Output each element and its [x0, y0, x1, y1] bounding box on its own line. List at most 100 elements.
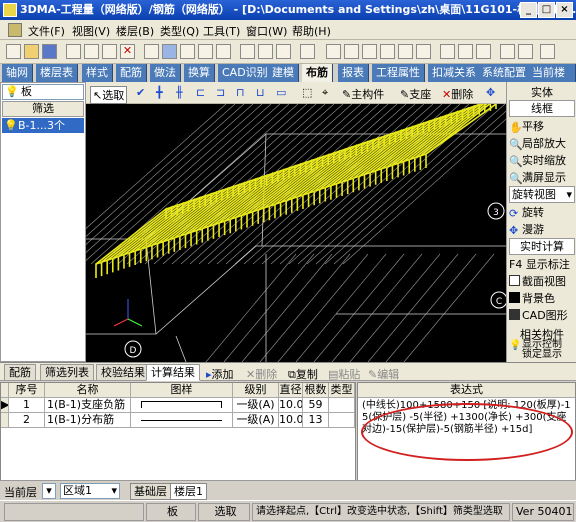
- show-label-button[interactable]: F4 显示标注: [509, 256, 575, 273]
- tab-filter-list[interactable]: 筛选列表: [40, 364, 94, 381]
- tab-system-config[interactable]: 系统配置: [478, 64, 531, 82]
- tab-current-floor[interactable]: 当前楼: [528, 64, 576, 82]
- rebar-tool-icon-d[interactable]: ⊔: [256, 86, 265, 99]
- maximize-button[interactable]: □: [538, 2, 555, 18]
- tool-icon-g[interactable]: [440, 44, 455, 59]
- rebar-tool-icon-c[interactable]: ⊓: [236, 86, 245, 99]
- tab-floor-table[interactable]: 楼层表: [36, 64, 78, 82]
- tool-icon-e[interactable]: [398, 44, 413, 59]
- pan-button[interactable]: ✋平移: [509, 118, 575, 135]
- app-menu-icon[interactable]: [8, 23, 22, 37]
- new-icon[interactable]: [6, 44, 21, 59]
- pick-icon[interactable]: ⌖: [322, 86, 328, 100]
- rebar-double-icon[interactable]: ╫: [176, 86, 183, 99]
- tool-icon-b[interactable]: [344, 44, 359, 59]
- tab-check-result[interactable]: 校验结果: [96, 364, 150, 381]
- menu-tools[interactable]: 工具(T): [203, 23, 240, 39]
- local-zoom-button[interactable]: 🔍局部放大: [509, 135, 575, 152]
- add-button[interactable]: ▸添加: [206, 366, 234, 382]
- tab-place-rebar[interactable]: 布筋: [302, 64, 333, 82]
- tool-icon-i[interactable]: [476, 44, 491, 59]
- rebar-tool-icon-b[interactable]: ⊐: [216, 86, 225, 99]
- menu-file[interactable]: 文件(F): [28, 23, 65, 39]
- region-select[interactable]: 区域1 ▾: [60, 483, 120, 499]
- wireframe-mode-button[interactable]: 线框: [509, 100, 575, 117]
- tab-foundation-layer[interactable]: 基础层: [130, 483, 171, 500]
- support-button[interactable]: ✎支座: [400, 86, 431, 102]
- component-type-select[interactable]: 💡 板: [2, 84, 84, 100]
- current-floor-select[interactable]: ▾: [42, 483, 56, 499]
- menu-window[interactable]: 窗口(W): [246, 23, 287, 39]
- section-view-button[interactable]: 截面视图: [509, 273, 575, 290]
- layout-icon[interactable]: [162, 44, 177, 59]
- tool-icon-f[interactable]: [416, 44, 431, 59]
- menu-view[interactable]: 视图(V): [72, 23, 110, 39]
- rebar-line-icon[interactable]: ╋: [156, 86, 163, 99]
- tab-cad-recognize[interactable]: CAD识别: [218, 64, 273, 82]
- component-list-item[interactable]: 💡 B-1...3个: [2, 118, 84, 133]
- tool-icon-h[interactable]: [458, 44, 473, 59]
- realtime-calc-button[interactable]: 实时计算: [509, 238, 575, 255]
- tool-icon-a[interactable]: [326, 44, 341, 59]
- tool-icon-l[interactable]: [540, 44, 555, 59]
- paste-button[interactable]: ▤粘贴: [328, 366, 360, 382]
- realtime-zoom-button[interactable]: 🔍实时缩放: [509, 152, 575, 169]
- menu-floor[interactable]: 楼层(B): [116, 23, 154, 39]
- remove-button[interactable]: ✕删除: [246, 366, 277, 382]
- save-icon[interactable]: [42, 44, 57, 59]
- filter-button[interactable]: 筛选: [2, 101, 84, 117]
- select-tool[interactable]: ↖选取: [90, 86, 128, 104]
- tab-style[interactable]: 样式: [82, 64, 113, 82]
- rebar-tool-icon-e[interactable]: ▭: [276, 86, 286, 99]
- 3d-viewport[interactable]: 3 C D: [86, 104, 506, 362]
- background-color-button[interactable]: 背景色: [509, 290, 575, 307]
- list-icon[interactable]: [198, 44, 213, 59]
- table-icon[interactable]: [180, 44, 195, 59]
- tab-axis[interactable]: 轴网: [2, 64, 33, 82]
- report-icon[interactable]: [276, 44, 291, 59]
- open-icon[interactable]: [24, 44, 39, 59]
- close-button[interactable]: ×: [556, 2, 573, 18]
- cad-figure-button[interactable]: CAD图形: [509, 307, 575, 324]
- chart-icon[interactable]: [258, 44, 273, 59]
- cut-icon[interactable]: [66, 44, 81, 59]
- tab-report[interactable]: 报表: [338, 64, 369, 82]
- tab-reinforcement[interactable]: 配筋: [116, 64, 147, 82]
- cell-type: [329, 413, 355, 428]
- tab-convert[interactable]: 换算: [184, 64, 215, 82]
- copy-button[interactable]: ⧉复制: [288, 366, 318, 382]
- edit-button[interactable]: ✎编辑: [368, 366, 399, 382]
- tool-icon-k[interactable]: [518, 44, 533, 59]
- tab-project-attributes[interactable]: 工程属性: [372, 64, 425, 82]
- export-icon[interactable]: [300, 44, 315, 59]
- tool-icon-d[interactable]: [380, 44, 395, 59]
- zoom-area-icon[interactable]: ⬚: [302, 86, 312, 99]
- calc-icon[interactable]: [240, 44, 255, 59]
- rotate-view-select[interactable]: 旋转视图 ▾: [509, 186, 575, 203]
- window-icon[interactable]: [216, 44, 231, 59]
- tool-icon-j[interactable]: [500, 44, 515, 59]
- rotate-button[interactable]: ⟳ 旋转: [509, 204, 575, 221]
- grid-icon[interactable]: [144, 44, 159, 59]
- tab-deduction[interactable]: 扣减关系: [428, 64, 481, 82]
- tab-modeling[interactable]: 建模: [268, 64, 299, 82]
- tab-floor-1[interactable]: 楼层1: [170, 483, 207, 500]
- tab-calc-result[interactable]: 计算结果: [146, 364, 200, 381]
- rebar-tool-icon-a[interactable]: ⊏: [196, 86, 205, 99]
- roam-button[interactable]: ✥ 漫游: [509, 221, 575, 238]
- fit-screen-button[interactable]: 🔍满屏显示: [509, 169, 575, 186]
- delete-button[interactable]: ✕删除: [442, 86, 473, 102]
- tab-rebar-config[interactable]: 配筋: [4, 364, 36, 381]
- menu-help[interactable]: 帮助(H): [292, 23, 331, 39]
- move-icon[interactable]: ✥: [486, 86, 495, 99]
- delete-icon[interactable]: ✕: [120, 44, 135, 59]
- tab-method[interactable]: 做法: [150, 64, 181, 82]
- copy-icon[interactable]: [84, 44, 99, 59]
- check-icon[interactable]: ✔: [136, 86, 145, 99]
- tool-icon-c[interactable]: [362, 44, 377, 59]
- lock-display-button[interactable]: 锁定显示: [509, 348, 575, 362]
- main-component-button[interactable]: ✎主构件: [342, 86, 384, 102]
- menu-type[interactable]: 类型(Q): [160, 23, 199, 39]
- minimize-button[interactable]: _: [520, 2, 537, 18]
- paste-icon[interactable]: [102, 44, 117, 59]
